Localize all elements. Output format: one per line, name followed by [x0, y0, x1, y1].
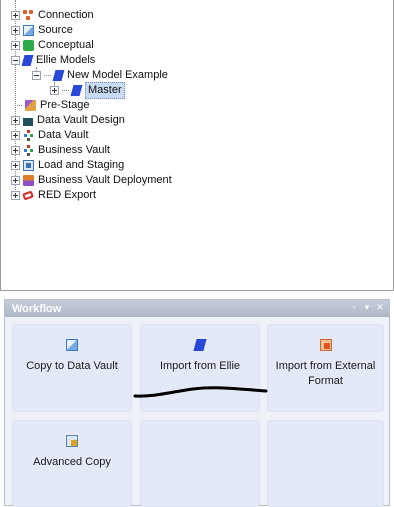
expand-icon[interactable] [11, 116, 20, 125]
tree-connector-line [44, 74, 51, 77]
tree-item-connection[interactable]: Connection [11, 8, 94, 23]
tree-item-label: Conceptual [38, 39, 94, 51]
expand-icon[interactable] [11, 161, 20, 170]
tree-item-data-vault[interactable]: Data Vault [11, 128, 89, 143]
tree-item-pre-stage[interactable]: Pre-Stage [15, 98, 90, 113]
tree-item-label: Business Vault [38, 144, 110, 156]
expand-icon[interactable] [11, 26, 20, 35]
copy-to-data-vault-card[interactable]: Copy to Data Vault [12, 324, 132, 412]
tree-item-label: Business Vault Deployment [38, 174, 172, 186]
tree-item-label: Data Vault Design [37, 114, 125, 126]
empty-card-slot [140, 420, 260, 507]
card-label: Import from Ellie [159, 360, 241, 372]
advanced-copy-icon [66, 435, 78, 447]
collapse-icon[interactable] [11, 56, 20, 65]
expand-icon[interactable] [11, 131, 20, 140]
tree-item-label: Load and Staging [38, 159, 125, 171]
tree-item-label: Source [38, 24, 73, 36]
tree-item-label: Ellie Models [36, 54, 96, 66]
expand-icon[interactable] [11, 11, 20, 20]
connection-icon [23, 10, 34, 21]
expand-icon[interactable] [11, 146, 20, 155]
tree-item-new-model-example[interactable]: New Model Example [32, 68, 168, 83]
restore-icon[interactable]: ▫ [349, 302, 359, 313]
scribble-underline [133, 386, 268, 398]
pin-icon[interactable]: ▾ [362, 302, 372, 313]
tree-item-master[interactable]: Master [50, 82, 125, 99]
expand-icon[interactable] [50, 86, 59, 95]
red-export-icon [23, 190, 34, 201]
workflow-title: Workflow [12, 302, 62, 315]
expand-icon[interactable] [11, 41, 20, 50]
ellie-icon [52, 70, 65, 81]
tree-item-label-selected: Master [85, 82, 125, 99]
business-vault-deployment-icon [23, 175, 34, 186]
advanced-copy-card[interactable]: Advanced Copy [12, 420, 132, 507]
workflow-panel: Workflow ▫ ▾ ✕ Copy to Data Vault Import… [4, 299, 390, 507]
tree-item-load-and-staging[interactable]: Load and Staging [11, 158, 124, 173]
tree-item-business-vault-deployment[interactable]: Business Vault Deployment [11, 173, 172, 188]
workflow-card-grid: Copy to Data Vault Import from Ellie Imp… [12, 324, 384, 507]
tree-item-source[interactable]: Source [11, 23, 73, 38]
copy-to-data-vault-icon [66, 339, 78, 351]
ellie-icon [193, 339, 207, 351]
data-vault-design-icon [23, 117, 33, 126]
card-label: Advanced Copy [33, 456, 111, 468]
tree-item-label: Connection [38, 9, 94, 21]
tree-item-red-export[interactable]: RED Export [11, 188, 96, 203]
panel-splitter[interactable] [0, 291, 394, 299]
import-external-format-icon [319, 339, 332, 351]
tree-item-label: Data Vault [38, 129, 89, 141]
tree-item-data-vault-design[interactable]: Data Vault Design [11, 113, 125, 128]
empty-card-slot [267, 420, 384, 507]
load-staging-icon [23, 160, 34, 171]
expand-icon[interactable] [11, 191, 20, 200]
tree-item-conceptual[interactable]: Conceptual [11, 38, 94, 53]
data-vault-icon [23, 130, 34, 141]
tree-item-label: New Model Example [67, 69, 168, 81]
collapse-icon[interactable] [32, 71, 41, 80]
conceptual-icon [23, 40, 34, 51]
tree-item-label: RED Export [38, 189, 97, 201]
tree-item-business-vault[interactable]: Business Vault [11, 143, 110, 158]
tree-connector-line [62, 89, 69, 92]
card-label: Copy to Data Vault [26, 360, 118, 372]
ellie-icon [21, 55, 34, 66]
expand-icon[interactable] [11, 176, 20, 185]
workflow-header: Workflow ▫ ▾ ✕ [5, 300, 389, 317]
card-label: Import from External Format [275, 360, 376, 387]
tree-item-label: Pre-Stage [40, 99, 90, 111]
object-tree-panel: Connection Source Conceptual Ellie Model… [0, 0, 394, 291]
close-icon[interactable]: ✕ [375, 302, 385, 313]
business-vault-icon [23, 145, 34, 156]
pre-stage-icon [25, 100, 36, 111]
tree-item-ellie-models[interactable]: Ellie Models [11, 53, 95, 68]
import-from-external-format-card[interactable]: Import from External Format [267, 324, 384, 412]
tree-connector-line [15, 104, 22, 107]
workflow-window-controls: ▫ ▾ ✕ [349, 302, 385, 313]
source-icon [23, 25, 34, 36]
ellie-icon [70, 85, 83, 96]
